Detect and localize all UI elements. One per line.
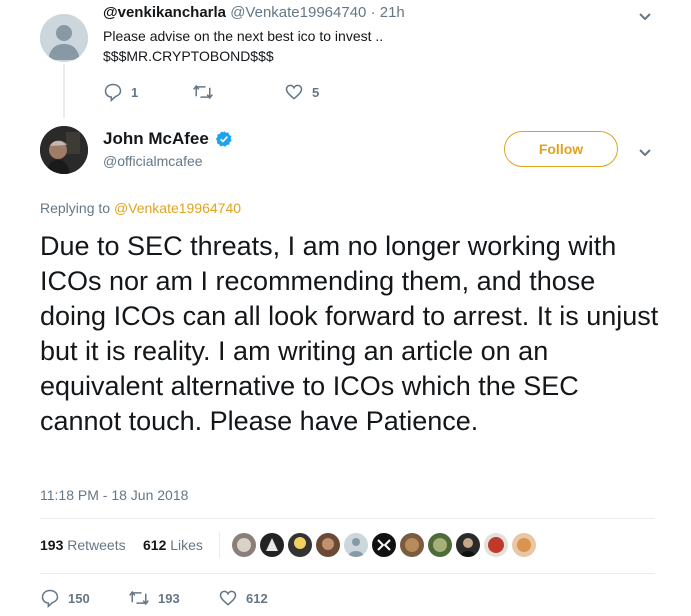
tweet-timestamp[interactable]: 11:18 PM - 18 Jun 2018 bbox=[40, 487, 188, 503]
reply-like-button[interactable]: 5 bbox=[284, 82, 319, 102]
liker-avatar[interactable] bbox=[484, 533, 508, 557]
reply-time[interactable]: · 21h bbox=[371, 4, 405, 21]
likers-avatars bbox=[232, 533, 536, 557]
retweet-button[interactable]: 193 bbox=[128, 588, 180, 608]
divider-top bbox=[40, 518, 655, 519]
reply-icon bbox=[41, 589, 59, 608]
retweets-stat[interactable]: 193 Retweets bbox=[40, 537, 126, 553]
chevron-down-icon bbox=[639, 13, 651, 21]
profile-photo-icon bbox=[40, 126, 88, 174]
reply-count: 150 bbox=[68, 590, 90, 606]
likes-stat[interactable]: 612 Likes bbox=[143, 537, 203, 553]
retweets-count: 193 bbox=[40, 537, 64, 553]
reply-more-button[interactable] bbox=[638, 9, 652, 27]
chevron-down-icon bbox=[639, 149, 651, 157]
reply-header: @venkikancharla @Venkate19964740 · 21h bbox=[103, 4, 405, 21]
reply-text-line-1: Please advise on the next best ico to in… bbox=[103, 28, 384, 44]
replying-to-line: Replying to @Venkate19964740 bbox=[40, 198, 241, 218]
replying-prefix: Replying to bbox=[40, 200, 111, 216]
thread-connector bbox=[63, 64, 65, 118]
reply-reply-button[interactable]: 1 bbox=[103, 82, 138, 102]
like-count: 612 bbox=[246, 590, 268, 606]
liker-avatar[interactable] bbox=[428, 533, 452, 557]
reply-reply-count: 1 bbox=[131, 84, 139, 100]
default-avatar-icon bbox=[40, 14, 88, 62]
heart-icon bbox=[285, 84, 303, 100]
author-handle[interactable]: @officialmcafee bbox=[103, 153, 203, 169]
reply-avatar[interactable] bbox=[40, 14, 88, 62]
reply-like-count: 5 bbox=[312, 84, 320, 100]
retweet-icon bbox=[193, 84, 213, 100]
liker-avatar[interactable] bbox=[344, 533, 368, 557]
likes-count: 612 bbox=[143, 537, 167, 553]
liker-avatar[interactable] bbox=[232, 533, 256, 557]
reply-icon bbox=[104, 83, 122, 102]
retweet-count: 193 bbox=[158, 590, 180, 606]
reply-text-line-2: $$$MR.CRYPTOBOND$$$ bbox=[103, 48, 274, 64]
liker-avatar[interactable] bbox=[260, 533, 284, 557]
verified-badge-icon bbox=[215, 131, 232, 147]
liker-avatar[interactable] bbox=[288, 533, 312, 557]
tweet-more-button[interactable] bbox=[638, 145, 652, 163]
liker-avatar[interactable] bbox=[512, 533, 536, 557]
reply-handle[interactable]: @Venkate19964740 bbox=[230, 4, 366, 21]
reply-display-name[interactable]: @venkikancharla bbox=[103, 4, 226, 21]
retweets-label: Retweets bbox=[67, 537, 126, 553]
author-name[interactable]: John McAfee bbox=[103, 129, 209, 149]
replying-to-link[interactable]: @Venkate19964740 bbox=[114, 200, 241, 216]
likes-label: Likes bbox=[170, 537, 203, 553]
liker-avatar[interactable] bbox=[456, 533, 480, 557]
heart-icon bbox=[219, 590, 237, 606]
reply-retweet-button[interactable] bbox=[192, 82, 222, 102]
tweet-text: Due to SEC threats, I am no longer worki… bbox=[40, 231, 659, 436]
follow-button[interactable]: Follow bbox=[504, 131, 618, 167]
like-button[interactable]: 612 bbox=[218, 588, 268, 608]
author-name-row: John McAfee bbox=[103, 129, 233, 149]
likers-divider bbox=[219, 532, 220, 558]
liker-avatar[interactable] bbox=[316, 533, 340, 557]
divider-bottom bbox=[40, 573, 655, 574]
main-avatar[interactable] bbox=[40, 126, 88, 174]
reply-button[interactable]: 150 bbox=[40, 588, 90, 608]
liker-avatar[interactable] bbox=[372, 533, 396, 557]
retweet-icon bbox=[129, 590, 149, 606]
liker-avatar[interactable] bbox=[400, 533, 424, 557]
